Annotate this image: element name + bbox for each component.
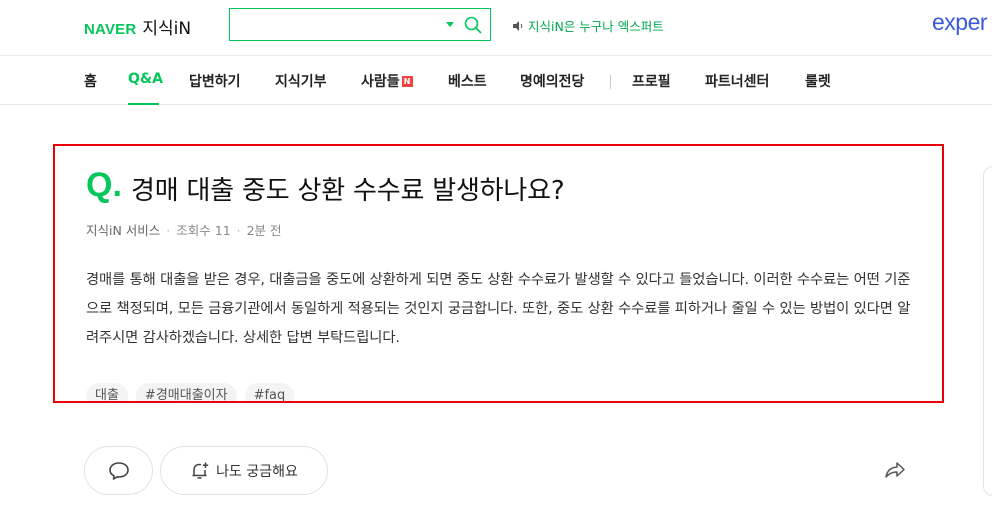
speaker-icon <box>513 20 523 31</box>
search-dropdown-icon[interactable] <box>443 17 457 31</box>
wonder-too-button[interactable]: 나도 궁금해요 <box>160 446 328 495</box>
side-panel-card <box>983 166 992 496</box>
question-card: Q. 경매 대출 중도 상환 수수료 발생하나요? 지식iN 서비스 · 조회수… <box>53 144 944 403</box>
expert-logo[interactable]: exper <box>932 9 988 36</box>
question-time: 2분 전 <box>246 223 282 238</box>
tab-profile[interactable]: 프로필 <box>632 71 671 91</box>
tab-donation[interactable]: 지식기부 <box>275 71 327 91</box>
search-input[interactable] <box>230 9 430 40</box>
question-mark: Q. <box>86 166 122 204</box>
new-badge: N <box>401 76 413 87</box>
question-author[interactable]: 지식iN 서비스 <box>86 223 160 238</box>
jisikin-logo-text[interactable]: 지식iN <box>142 14 191 39</box>
tab-home[interactable]: 홈 <box>84 71 97 91</box>
tab-people-label: 사람들 <box>361 74 400 90</box>
tab-answer[interactable]: 답변하기 <box>189 71 241 91</box>
expert-notice-text: 지식iN은 누구나 엑스퍼트 <box>528 19 664 34</box>
tab-people[interactable]: 사람들 N <box>361 71 413 91</box>
top-header: NAVER 지식iN 지식iN은 누구나 엑스퍼트 exper <box>0 0 992 50</box>
bell-plus-icon <box>192 462 209 479</box>
question-views: 조회수 11 <box>176 223 231 238</box>
tag-item[interactable]: 대출 <box>86 383 128 401</box>
tag-item[interactable]: #faq <box>244 383 295 401</box>
meta-dot: · <box>236 223 241 238</box>
wonder-too-label: 나도 궁금해요 <box>216 463 298 480</box>
nav-divider <box>610 75 611 89</box>
expert-notice-link[interactable]: 지식iN은 누구나 엑스퍼트 <box>512 16 664 35</box>
share-icon[interactable] <box>884 460 906 480</box>
tab-partner-center[interactable]: 파트너센터 <box>705 71 769 91</box>
tab-best[interactable]: 베스트 <box>448 71 487 91</box>
meta-dot: · <box>166 223 171 238</box>
question-title: 경매 대출 중도 상환 수수료 발생하나요? <box>131 176 565 206</box>
naver-logo-text[interactable]: NAVER <box>84 21 136 38</box>
question-body: 경매를 통해 대출을 받은 경우, 대출금을 중도에 상환하게 되면 중도 상환… <box>86 272 911 346</box>
comment-button[interactable] <box>84 446 153 495</box>
comment-icon <box>108 461 129 480</box>
tag-list: 대출 #경매대출이자 #faq <box>86 383 295 401</box>
tag-item[interactable]: #경매대출이자 <box>135 383 237 401</box>
naver-jisikin-logo[interactable]: NAVER 지식iN <box>84 14 191 39</box>
search-box <box>229 8 491 41</box>
active-tab-indicator <box>128 103 159 105</box>
tab-roulette[interactable]: 룰렛 <box>805 71 831 91</box>
tab-hall-of-fame[interactable]: 명예의전당 <box>520 71 584 91</box>
tab-qna[interactable]: Q&A <box>128 71 163 87</box>
main-nav: 홈 Q&A 답변하기 지식기부 사람들 N 베스트 명예의전당 프로필 파트너센터… <box>0 55 992 105</box>
question-meta: 지식iN 서비스 · 조회수 11 · 2분 전 <box>86 220 282 239</box>
search-icon[interactable] <box>463 15 483 35</box>
